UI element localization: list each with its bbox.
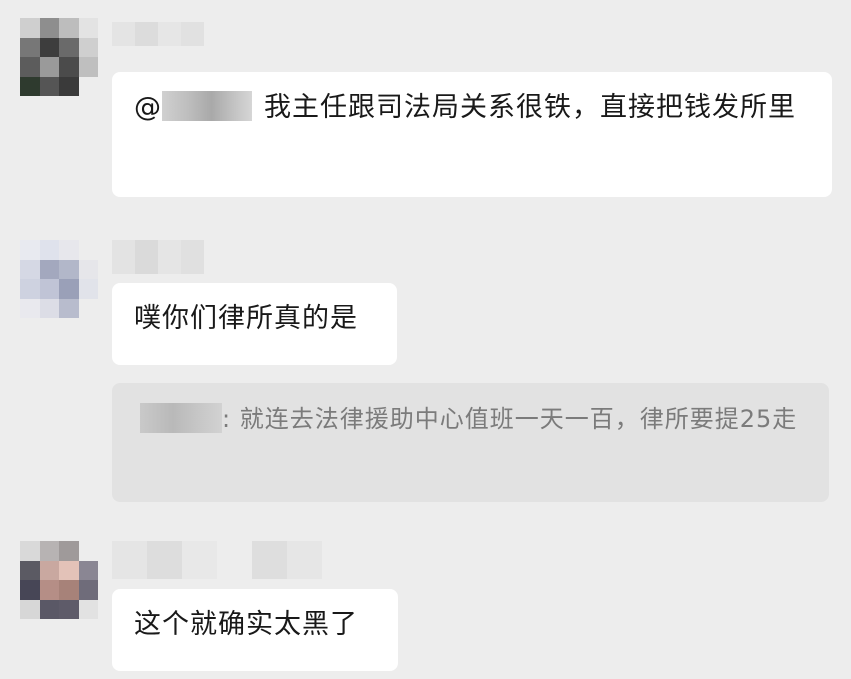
mention-at-sign: @ — [134, 92, 162, 123]
sender-name — [112, 22, 204, 46]
message-text: 我主任跟司法局关系很铁，直接把钱发所里 — [264, 92, 796, 123]
message-bubble[interactable]: 噗你们律所真的是 — [112, 283, 397, 365]
avatar[interactable] — [20, 240, 98, 318]
message-bubble[interactable]: 这个就确实太黑了 — [112, 589, 398, 671]
mentioned-user[interactable] — [162, 91, 252, 121]
sender-name — [112, 541, 322, 579]
quoted-text: 就连去法律援助中心值班一天一百，律所要提25走 — [239, 405, 798, 433]
sender-name — [112, 240, 204, 274]
quoted-message[interactable]: : 就连去法律援助中心值班一天一百，律所要提25走 — [112, 383, 829, 502]
quote-separator: : — [222, 405, 232, 433]
message-text: 这个就确实太黑了 — [134, 609, 358, 640]
avatar[interactable] — [20, 541, 98, 619]
message-bubble[interactable]: @ 我主任跟司法局关系很铁，直接把钱发所里 — [112, 72, 832, 197]
message-text: 噗你们律所真的是 — [134, 303, 358, 334]
quoted-sender-name — [140, 403, 222, 433]
avatar[interactable] — [20, 18, 98, 96]
